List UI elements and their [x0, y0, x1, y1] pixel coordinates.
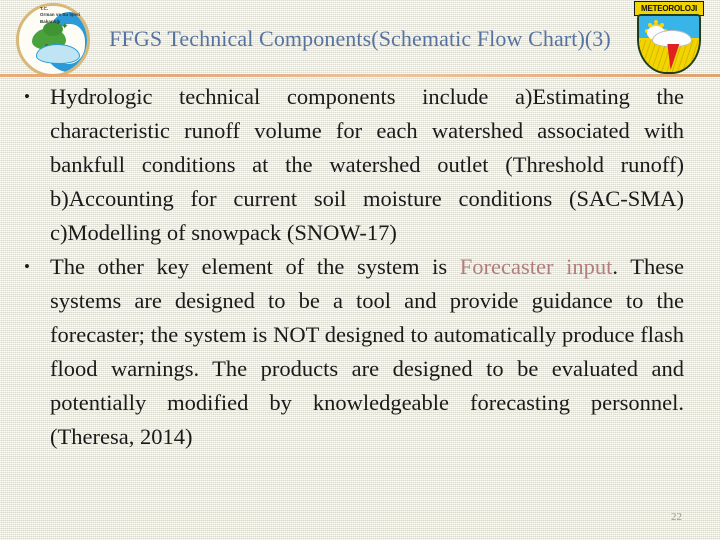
slide: ✦ T.C. Orman ve Su İşleri Bakanlığı FFGS… [0, 0, 720, 540]
bullet-text-2-prefix: The other key element of the system is [50, 254, 460, 279]
bullet-text-1: Hydrologic technical components include … [50, 84, 684, 245]
ministry-text-line-3: Bakanlığı [40, 18, 61, 24]
slide-header: ✦ T.C. Orman ve Su İşleri Bakanlığı FFGS… [0, 0, 720, 78]
ministry-logo-text: T.C. Orman ve Su İşleri Bakanlığı [40, 6, 100, 25]
slide-body: Hydrologic technical components include … [0, 80, 720, 540]
page-title: FFGS Technical Components(Schematic Flow… [109, 26, 611, 51]
meteoroloji-logo: METEOROLOJI [630, 0, 708, 79]
meteoroloji-banner-label: METEOROLOJI [640, 4, 698, 13]
forecaster-input-highlight: Forecaster input [459, 254, 613, 279]
header-divider [0, 74, 720, 77]
list-item: Hydrologic technical components include … [0, 80, 720, 250]
meteoroloji-shield [637, 14, 701, 74]
page-number: 22 [671, 511, 682, 523]
bullet-list: Hydrologic technical components include … [0, 80, 720, 454]
list-item: The other key element of the system is F… [0, 250, 720, 454]
bullet-text-2-suffix: . These systems are designed to be a too… [50, 254, 684, 449]
